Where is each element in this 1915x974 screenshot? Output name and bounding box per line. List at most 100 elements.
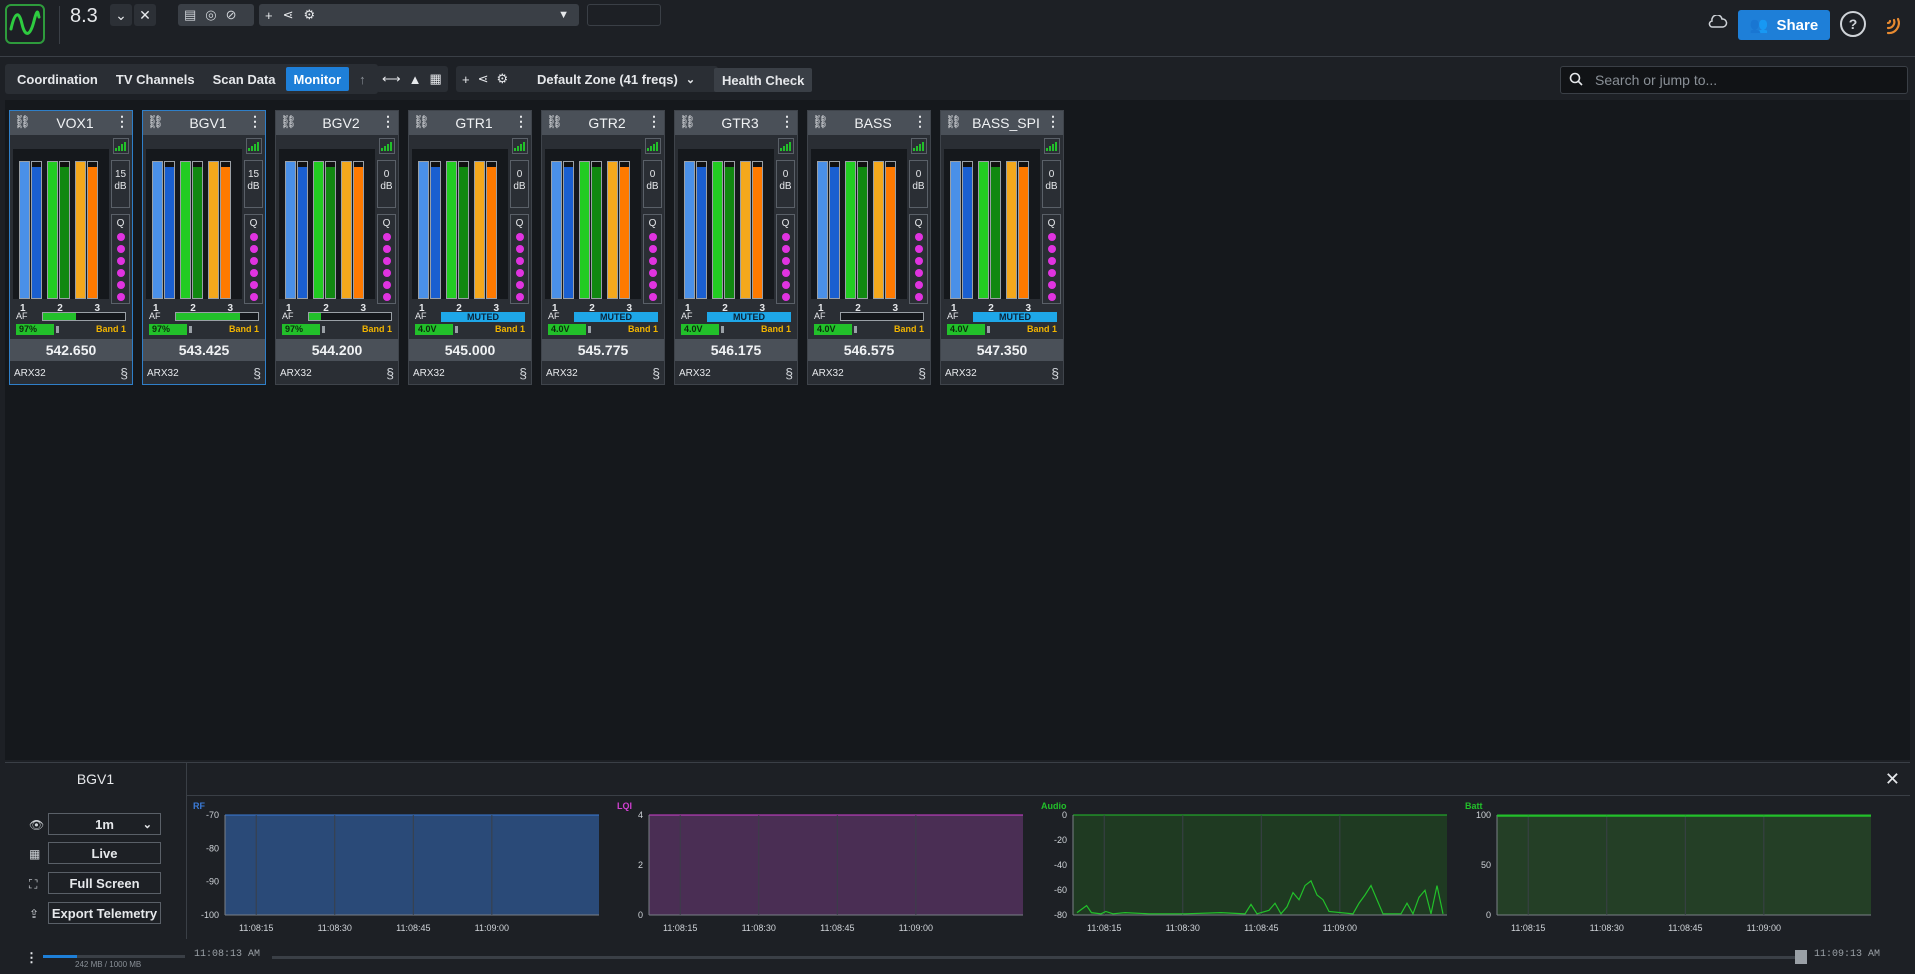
channel-frequency[interactable]: 544.200 (276, 339, 398, 361)
add-icon[interactable]: + (462, 72, 470, 87)
more-icon[interactable]: ⋮ (514, 113, 528, 130)
share-icon[interactable]: ⋖ (478, 71, 489, 87)
channel-card[interactable]: ⛓ VOX1 ⋮ 1 2 3 15 dB Q AF 97% Band 1 542… (9, 110, 133, 385)
connection-icon[interactable]: § (253, 365, 261, 381)
unlink-icon[interactable]: ⛓ (14, 114, 31, 130)
signal-icon[interactable] (1884, 13, 1904, 40)
connection-icon[interactable]: § (785, 365, 793, 381)
channel-card[interactable]: ⛓ BGV1 ⋮ 1 2 3 15 dB Q AF 97% Band 1 543… (142, 110, 266, 385)
channel-name[interactable]: GTR1 (433, 115, 515, 131)
search-box[interactable] (1560, 66, 1908, 94)
channel-card[interactable]: ⛓ GTR1 ⋮ 1 2 3 0 dB Q AF MUTED 4.0V Band… (408, 110, 532, 385)
search-input[interactable] (1593, 71, 1897, 89)
add-icon[interactable]: + (265, 8, 273, 23)
more-icon[interactable]: ⋮ (913, 113, 927, 130)
channel-frequency[interactable]: 543.425 (143, 339, 265, 361)
channel-name[interactable]: VOX1 (34, 115, 116, 131)
channel-frequency[interactable]: 545.000 (409, 339, 531, 361)
fullscreen-button[interactable]: Full Screen (48, 872, 161, 894)
channel-name[interactable]: GTR3 (699, 115, 781, 131)
capture-icon[interactable]: ◎ (205, 7, 216, 23)
receiver-model: ARX32 (413, 368, 445, 379)
connection-icon[interactable]: § (652, 365, 660, 381)
time-window-select[interactable]: 1m ⌄ (48, 813, 161, 835)
connection-icon[interactable]: § (120, 365, 128, 381)
gear-icon[interactable]: ⚙ (304, 7, 316, 23)
tab-monitor[interactable]: Monitor (285, 67, 350, 91)
close-panel-button[interactable]: ✕ (1885, 769, 1900, 790)
calendar-icon[interactable]: ▦ (430, 71, 442, 87)
unlink-icon[interactable]: ⛓ (812, 114, 829, 130)
zone-select[interactable]: Default Zone (41 freqs) ⌄ (537, 66, 695, 92)
app-logo[interactable] (5, 4, 45, 44)
timeline-track[interactable] (272, 956, 1800, 959)
unlink-icon[interactable]: ⛓ (413, 114, 430, 130)
more-icon[interactable]: ⋮ (25, 950, 38, 966)
channel-name[interactable]: BGV2 (300, 115, 382, 131)
unlink-icon[interactable]: ⛓ (679, 114, 696, 130)
more-icon[interactable]: ⋮ (115, 113, 129, 130)
unlink-icon[interactable]: ⛓ (945, 114, 962, 130)
unlink-icon[interactable]: ⛓ (147, 114, 164, 130)
share-button[interactable]: 👥 Share (1738, 10, 1830, 40)
quality-dot (915, 257, 923, 265)
channel-name[interactable]: BASS (832, 115, 914, 131)
af-level-fill (176, 313, 240, 320)
channel-card[interactable]: ⛓ BGV2 ⋮ 1 2 3 0 dB Q AF 97% Band 1 544.… (275, 110, 399, 385)
channel-footer: ARX32 § (675, 363, 797, 384)
channel-frequency[interactable]: 546.175 (675, 339, 797, 361)
channel-name[interactable]: GTR2 (566, 115, 648, 131)
tab-tv-channels[interactable]: TV Channels (108, 67, 203, 91)
channel-card[interactable]: ⛓ GTR2 ⋮ 1 2 3 0 dB Q AF MUTED 4.0V Band… (541, 110, 665, 385)
live-button[interactable]: Live (48, 842, 161, 864)
gear-icon[interactable]: ⚙ (497, 71, 509, 87)
hide-icon[interactable]: ⊘ (226, 7, 237, 23)
quality-indicator: Q (776, 214, 795, 304)
channel-name[interactable]: BGV1 (167, 115, 249, 131)
channel-card[interactable]: ⛓ BASS_SPI ⋮ 1 2 3 0 dB Q AF MUTED 4.0V … (940, 110, 1064, 385)
more-icon[interactable]: ⋮ (647, 113, 661, 130)
more-icon[interactable]: ⋮ (248, 113, 262, 130)
channel-frequency[interactable]: 545.775 (542, 339, 664, 361)
quality-label: Q (382, 218, 391, 229)
meter-outline (591, 161, 602, 299)
plot-canvas: 11:08:15 11:08:30 11:08:45 11:09:00 -70 -80 -9… (201, 810, 599, 933)
channel-frequency[interactable]: 547.350 (941, 339, 1063, 361)
arrow-up-icon[interactable]: ↑ (351, 67, 374, 91)
help-button[interactable]: ? (1840, 11, 1866, 37)
resize-icon[interactable]: ⟷ (382, 71, 401, 87)
version-label: 8.3 (70, 5, 98, 27)
chevron-down-button[interactable]: ⌄ (110, 4, 132, 26)
connection-icon[interactable]: § (386, 365, 394, 381)
share-icon[interactable]: ⋖ (283, 7, 294, 23)
connection-icon[interactable]: § (1051, 365, 1059, 381)
gain-display: 0 dB (1042, 160, 1061, 208)
channel-frequency[interactable]: 546.575 (808, 339, 930, 361)
unlink-icon[interactable]: ⛓ (280, 114, 297, 130)
memory-bar (43, 955, 185, 958)
tab-coordination[interactable]: Coordination (9, 67, 106, 91)
tab-scan-data[interactable]: Scan Data (205, 67, 284, 91)
more-icon[interactable]: ⋮ (780, 113, 794, 130)
channel-footer: ARX32 § (409, 363, 531, 384)
clipboard-icon[interactable]: ▤ (184, 7, 196, 23)
more-icon[interactable]: ⋮ (1046, 113, 1060, 130)
warning-icon[interactable]: ▲ (409, 72, 422, 87)
health-check-button[interactable]: Health Check (714, 68, 813, 92)
connection-icon[interactable]: § (918, 365, 926, 381)
channel-card[interactable]: ⛓ GTR3 ⋮ 1 2 3 0 dB Q AF MUTED 4.0V Band… (674, 110, 798, 385)
muted-badge: MUTED (574, 312, 658, 322)
channel-frequency[interactable]: 542.650 (10, 339, 132, 361)
cloud-icon[interactable] (1708, 14, 1728, 32)
channel-name[interactable]: BASS_SPI (965, 115, 1047, 131)
close-button[interactable]: ✕ (134, 4, 156, 26)
export-telemetry-button[interactable]: Export Telemetry (48, 902, 161, 924)
timeline-handle[interactable] (1795, 950, 1807, 964)
channel-card[interactable]: ⛓ BASS ⋮ 1 2 3 0 dB Q AF 4.0V Band 1 546… (807, 110, 931, 385)
quality-dot (250, 257, 258, 265)
unlink-icon[interactable]: ⛓ (546, 114, 563, 130)
connection-icon[interactable]: § (519, 365, 527, 381)
document-select[interactable]: + ⋖ ⚙ ▼ (259, 4, 579, 26)
small-input[interactable] (587, 4, 661, 26)
more-icon[interactable]: ⋮ (381, 113, 395, 130)
